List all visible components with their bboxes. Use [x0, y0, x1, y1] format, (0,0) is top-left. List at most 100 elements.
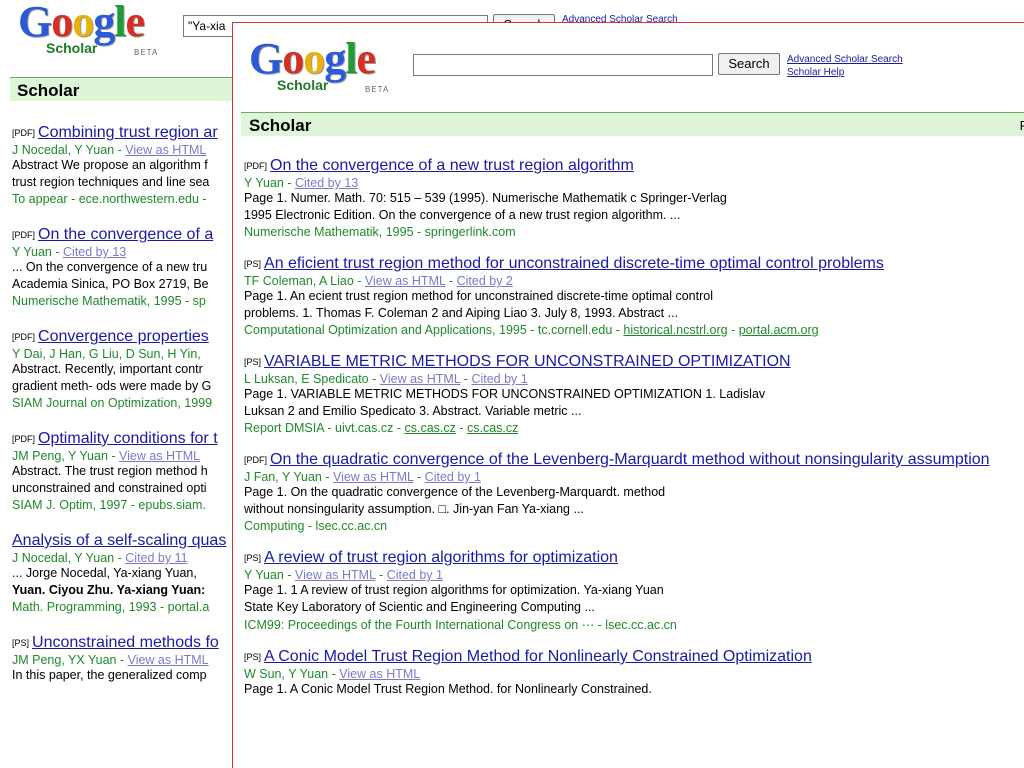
- result-authors: W Sun, Y Yuan: [244, 667, 329, 681]
- result-title-link[interactable]: On the quadratic convergence of the Leve…: [270, 451, 990, 468]
- result-item: [PS] VARIABLE METRIC METHODS FOR UNCONSTR…: [244, 353, 1024, 435]
- back-results-list: [PDF] Combining trust region ar J Nocedal…: [12, 124, 232, 704]
- result-snippet-line: gradient meth- ods were made by G: [12, 379, 212, 393]
- result-source: ICM99: Proceedings of the Fourth Interna…: [244, 618, 677, 632]
- file-type-tag: [PS]: [244, 553, 262, 563]
- view-as-html-link[interactable]: View as HTML: [380, 372, 461, 386]
- scholar-help-link[interactable]: Scholar Help: [787, 66, 903, 79]
- result-snippet-line: without nonsingularity assumption. □. Ji…: [244, 502, 584, 516]
- logo-beta-text: BETA: [365, 85, 390, 94]
- scholar-bar-label: Scholar: [17, 81, 80, 100]
- source-link[interactable]: portal.acm.org: [739, 323, 819, 337]
- result-snippet-line: Abstract. The trust region method h: [12, 464, 208, 478]
- file-type-tag: [PS]: [244, 652, 262, 662]
- result-title-link[interactable]: Unconstrained methods fo: [32, 634, 219, 651]
- result-snippet-line: In this paper, the generalized comp: [12, 668, 207, 682]
- result-source: Computational Optimization and Applicati…: [244, 323, 613, 337]
- result-authors: J Nocedal, Y Yuan: [12, 143, 115, 157]
- file-type-tag: [PS]: [244, 357, 262, 367]
- scholar-bar: Scholar R: [241, 112, 1024, 136]
- search-button[interactable]: Search: [718, 53, 780, 75]
- file-type-tag: [PDF]: [244, 161, 268, 171]
- cited-by-link[interactable]: Cited by 11: [125, 551, 187, 565]
- cited-by-link[interactable]: Cited by 1: [387, 568, 443, 582]
- file-type-tag: [PDF]: [12, 434, 36, 444]
- result-snippet-line: Abstract. Recently, important contr: [12, 362, 203, 376]
- advanced-search-link[interactable]: Advanced Scholar Search: [787, 53, 903, 66]
- result-title-link[interactable]: Convergence properties: [38, 328, 209, 345]
- result-snippet-line: Page 1. An ecient trust region method fo…: [244, 289, 714, 303]
- logo-beta-text: BETA: [134, 48, 159, 57]
- result-authors: J Fan, Y Yuan: [244, 470, 322, 484]
- result-item: Analysis of a self-scaling quas J Noceda…: [12, 532, 232, 614]
- result-item: [PDF] Combining trust region ar J Nocedal…: [12, 124, 232, 206]
- result-snippet-line: ... On the convergence of a new tru: [12, 260, 208, 274]
- result-item: [PS] Unconstrained methods fo JM Peng, YX…: [12, 634, 232, 684]
- view-as-html-link[interactable]: View as HTML: [333, 470, 414, 484]
- cited-by-link[interactable]: Cited by 1: [471, 372, 527, 386]
- result-snippet-line: Luksan 2 and Emilio Spedicato 3. Abstrac…: [244, 404, 582, 418]
- result-title-link[interactable]: Combining trust region ar: [38, 124, 218, 141]
- result-item: [PDF] On the convergence of a Y Yuan - Ci…: [12, 226, 232, 308]
- file-type-tag: [PS]: [12, 638, 30, 648]
- result-authors: Y Dai, J Han, G Liu, D Sun, H Yin,: [12, 347, 201, 361]
- result-snippet-line: State Key Laboratory of Scientic and Eng…: [244, 600, 595, 614]
- file-type-tag: [PDF]: [12, 230, 36, 240]
- google-scholar-logo[interactable]: Google Scholar BETA: [18, 0, 157, 57]
- result-snippet-line: Page 1. 1 A review of trust region algor…: [244, 583, 664, 597]
- logo-scholar-text: Scholar: [46, 40, 98, 56]
- result-authors: Y Yuan: [244, 568, 284, 582]
- view-as-html-link[interactable]: View as HTML: [339, 667, 420, 681]
- result-title-link[interactable]: An eficient trust region method for unco…: [264, 255, 884, 272]
- result-title-link[interactable]: On the convergence of a new trust region…: [270, 157, 634, 174]
- result-source: Numerische Mathematik, 1995 - springerli…: [244, 225, 516, 239]
- result-item: [PDF] On the quadratic convergence of the…: [244, 451, 1024, 533]
- cited-by-link[interactable]: Cited by 13: [63, 245, 126, 259]
- result-title-link[interactable]: Optimality conditions for t: [38, 430, 218, 447]
- result-authors: JM Peng, Y Yuan: [12, 449, 108, 463]
- result-source: To appear - ece.northwestern.edu -: [12, 192, 207, 206]
- view-as-html-link[interactable]: View as HTML: [125, 143, 206, 157]
- cited-by-link[interactable]: Cited by 1: [425, 470, 481, 484]
- source-link[interactable]: historical.ncstrl.org: [623, 323, 727, 337]
- file-type-tag: [PDF]: [12, 332, 36, 342]
- result-snippet-line: unconstrained and constrained opti: [12, 481, 207, 495]
- front-window: Google Scholar BETA Search Advanced Scho…: [232, 22, 1024, 768]
- result-item: [PDF] Convergence properties Y Dai, J Han…: [12, 328, 232, 410]
- result-snippet-line: ... Jorge Nocedal, Ya-xiang Yuan,: [12, 566, 197, 580]
- result-title-link[interactable]: Analysis of a self-scaling quas: [12, 532, 226, 549]
- front-results-list: [PDF] On the convergence of a new trust r…: [244, 157, 1024, 714]
- result-snippet-line: Academia Sinica, PO Box 2719, Be: [12, 277, 209, 291]
- view-as-html-link[interactable]: View as HTML: [365, 274, 446, 288]
- result-item: [PS] A Conic Model Trust Region Method fo…: [244, 648, 1024, 698]
- result-item: [PDF] Optimality conditions for t JM Peng…: [12, 430, 232, 512]
- result-snippet-line: Page 1. On the quadratic convergence of …: [244, 485, 666, 499]
- result-source: SIAM J. Optim, 1997 - epubs.siam.: [12, 498, 206, 512]
- source-link[interactable]: cs.cas.cz: [404, 421, 455, 435]
- scholar-bar-label: Scholar: [249, 116, 312, 135]
- result-source: SIAM Journal on Optimization, 1999: [12, 396, 213, 410]
- result-snippet-line: 1995 Electronic Edition. On the converge…: [244, 208, 681, 222]
- view-as-html-link[interactable]: View as HTML: [128, 653, 209, 667]
- logo-wordmark: Google: [18, 0, 145, 46]
- file-type-tag: [PDF]: [244, 455, 268, 465]
- scholar-bar-right-text: R: [1020, 118, 1024, 133]
- result-item: [PDF] On the convergence of a new trust r…: [244, 157, 1024, 239]
- result-snippet-line: Page 1. Numer. Math. 70: 515 – 539 (1995…: [244, 191, 727, 205]
- search-input[interactable]: [413, 54, 713, 76]
- source-link[interactable]: cs.cas.cz: [467, 421, 518, 435]
- result-title-link[interactable]: On the convergence of a: [38, 226, 213, 243]
- cited-by-link[interactable]: Cited by 13: [295, 176, 358, 190]
- cited-by-link[interactable]: Cited by 2: [457, 274, 513, 288]
- result-source: Numerische Mathematik, 1995 - sp: [12, 294, 206, 308]
- result-snippet-line: Page 1. VARIABLE METRIC METHODS FOR UNCO…: [244, 387, 766, 401]
- result-source: Report DMSIA - uivt.cas.cz: [244, 421, 394, 435]
- view-as-html-link[interactable]: View as HTML: [295, 568, 376, 582]
- result-title-link[interactable]: A review of trust region algorithms for …: [264, 549, 618, 566]
- logo-scholar-text: Scholar: [277, 77, 329, 93]
- result-title-link[interactable]: VARIABLE METRIC METHODS FOR UNCONSTRAINE…: [264, 353, 791, 370]
- google-scholar-logo[interactable]: Google Scholar BETA: [249, 37, 388, 95]
- file-type-tag: [PDF]: [12, 128, 36, 138]
- result-title-link[interactable]: A Conic Model Trust Region Method for No…: [264, 648, 812, 665]
- view-as-html-link[interactable]: View as HTML: [119, 449, 200, 463]
